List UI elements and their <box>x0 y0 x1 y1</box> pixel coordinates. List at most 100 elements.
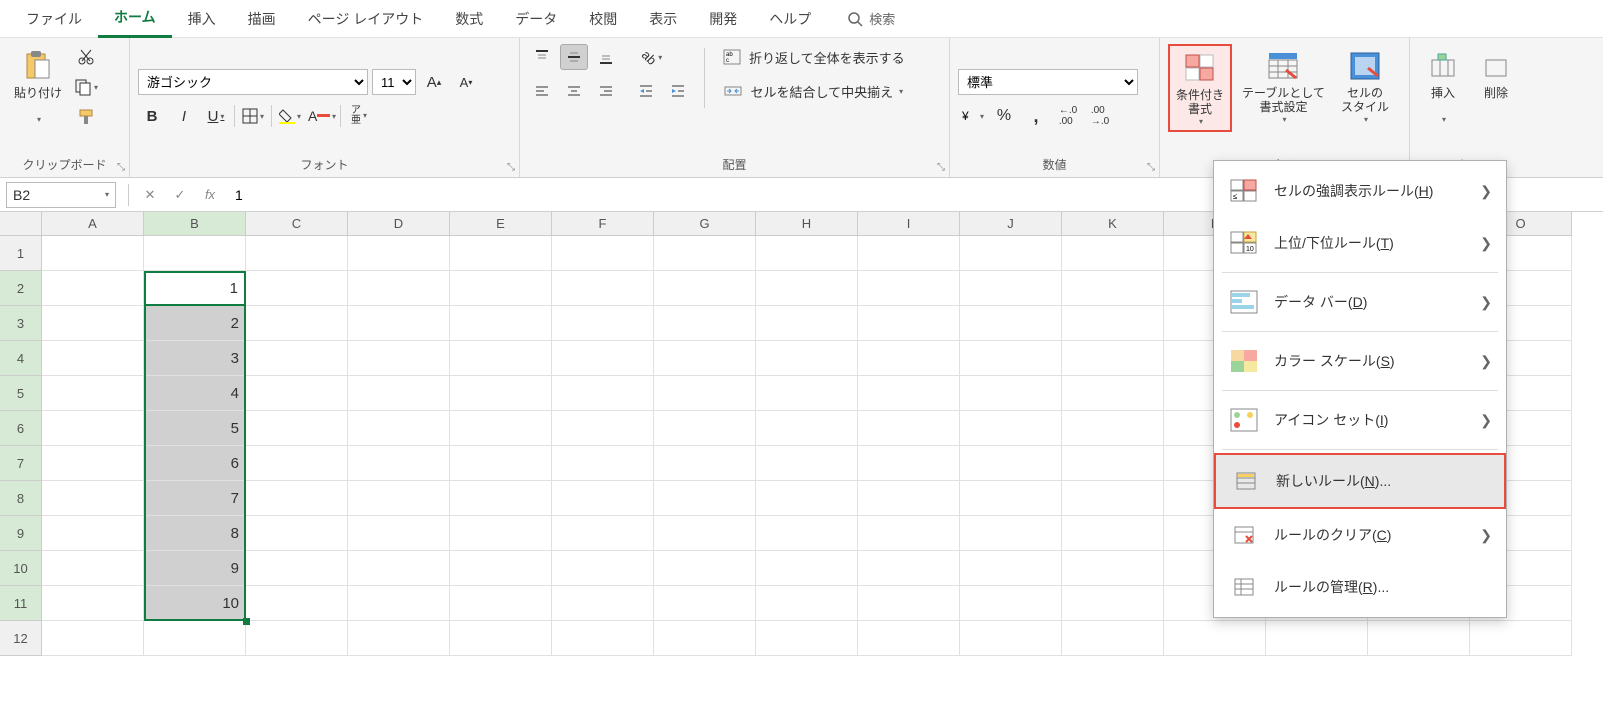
cell[interactable] <box>450 481 552 516</box>
cell[interactable] <box>42 516 144 551</box>
tab-file[interactable]: ファイル <box>10 1 98 37</box>
cell[interactable] <box>246 376 348 411</box>
cell[interactable] <box>858 551 960 586</box>
cell[interactable] <box>756 411 858 446</box>
row-header[interactable]: 3 <box>0 306 42 341</box>
cell[interactable] <box>348 341 450 376</box>
paste-button[interactable]: 貼り付け▾ <box>8 44 68 128</box>
cell[interactable] <box>654 341 756 376</box>
cell[interactable]: 2 <box>144 306 246 341</box>
cell[interactable] <box>42 411 144 446</box>
select-all-corner[interactable] <box>0 212 42 236</box>
cell[interactable] <box>450 551 552 586</box>
cell[interactable] <box>246 236 348 271</box>
cell[interactable] <box>42 586 144 621</box>
cell[interactable] <box>858 516 960 551</box>
cell[interactable] <box>552 586 654 621</box>
orientation-button[interactable]: ab▾ <box>632 44 672 70</box>
cell[interactable] <box>858 341 960 376</box>
cell[interactable] <box>348 621 450 656</box>
search-box[interactable]: 検索 <box>847 9 895 28</box>
align-left-button[interactable] <box>528 78 556 104</box>
cell[interactable] <box>348 376 450 411</box>
row-header[interactable]: 9 <box>0 516 42 551</box>
cell[interactable] <box>1062 621 1164 656</box>
cell[interactable] <box>246 551 348 586</box>
cell[interactable] <box>960 446 1062 481</box>
cell[interactable] <box>450 586 552 621</box>
cell[interactable] <box>144 621 246 656</box>
tab-review[interactable]: 校閲 <box>573 1 633 37</box>
number-format-select[interactable]: 標準 <box>958 69 1138 95</box>
cell[interactable] <box>756 341 858 376</box>
cell[interactable] <box>960 236 1062 271</box>
cell[interactable] <box>756 376 858 411</box>
decrease-decimal-button[interactable]: .00→.0 <box>1086 103 1114 129</box>
align-right-button[interactable] <box>592 78 620 104</box>
cell[interactable] <box>756 306 858 341</box>
cell[interactable] <box>756 586 858 621</box>
align-top-button[interactable] <box>528 44 556 70</box>
column-header[interactable]: C <box>246 212 348 236</box>
column-header[interactable]: E <box>450 212 552 236</box>
column-header[interactable]: G <box>654 212 756 236</box>
cell[interactable] <box>246 516 348 551</box>
cell[interactable] <box>246 341 348 376</box>
cell[interactable] <box>1470 621 1572 656</box>
cell[interactable] <box>450 376 552 411</box>
align-middle-button[interactable] <box>560 44 588 70</box>
column-header[interactable]: D <box>348 212 450 236</box>
row-header[interactable]: 12 <box>0 621 42 656</box>
percent-button[interactable]: % <box>990 103 1018 129</box>
number-launcher[interactable]: ⤡ <box>1147 162 1155 173</box>
cell[interactable] <box>756 236 858 271</box>
cell[interactable] <box>654 621 756 656</box>
cell[interactable] <box>552 411 654 446</box>
font-color-button[interactable]: A▾ <box>308 103 336 129</box>
font-family-select[interactable]: 游ゴシック <box>138 69 368 95</box>
cell[interactable] <box>552 551 654 586</box>
menu-color-scales[interactable]: カラー スケール(S) ❯ <box>1214 335 1506 387</box>
cell[interactable] <box>552 516 654 551</box>
accounting-format-button[interactable]: ¥▾ <box>958 103 986 129</box>
cell[interactable] <box>246 411 348 446</box>
cell[interactable] <box>348 236 450 271</box>
cell[interactable] <box>552 341 654 376</box>
cell[interactable] <box>654 516 756 551</box>
cell[interactable] <box>450 516 552 551</box>
column-header[interactable]: J <box>960 212 1062 236</box>
cell[interactable]: 10 <box>144 586 246 621</box>
cell[interactable] <box>1062 306 1164 341</box>
cell[interactable] <box>552 236 654 271</box>
tab-home[interactable]: ホーム <box>98 0 172 38</box>
menu-icon-sets[interactable]: アイコン セット(I) ❯ <box>1214 394 1506 446</box>
cell[interactable] <box>858 306 960 341</box>
cell[interactable] <box>42 551 144 586</box>
menu-new-rule[interactable]: 新しいルール(N)... <box>1214 453 1506 509</box>
cell[interactable] <box>552 481 654 516</box>
increase-indent-button[interactable] <box>664 78 692 104</box>
column-header[interactable]: H <box>756 212 858 236</box>
tab-view[interactable]: 表示 <box>633 1 693 37</box>
cell[interactable] <box>858 621 960 656</box>
cell[interactable]: 1 <box>144 271 246 306</box>
cell[interactable] <box>348 481 450 516</box>
column-header[interactable]: I <box>858 212 960 236</box>
cell[interactable] <box>960 551 1062 586</box>
align-center-button[interactable] <box>560 78 588 104</box>
row-header[interactable]: 4 <box>0 341 42 376</box>
cell[interactable] <box>348 411 450 446</box>
cell[interactable] <box>1062 376 1164 411</box>
italic-button[interactable]: I <box>170 103 198 129</box>
cell[interactable] <box>858 271 960 306</box>
cell[interactable] <box>654 551 756 586</box>
delete-cells-button[interactable]: 削除 <box>1472 44 1520 104</box>
cell[interactable]: 6 <box>144 446 246 481</box>
cell[interactable]: 7 <box>144 481 246 516</box>
row-header[interactable]: 6 <box>0 411 42 446</box>
row-header[interactable]: 10 <box>0 551 42 586</box>
cell[interactable] <box>1368 621 1470 656</box>
cell[interactable] <box>1062 341 1164 376</box>
cell[interactable] <box>654 411 756 446</box>
cell[interactable] <box>960 586 1062 621</box>
